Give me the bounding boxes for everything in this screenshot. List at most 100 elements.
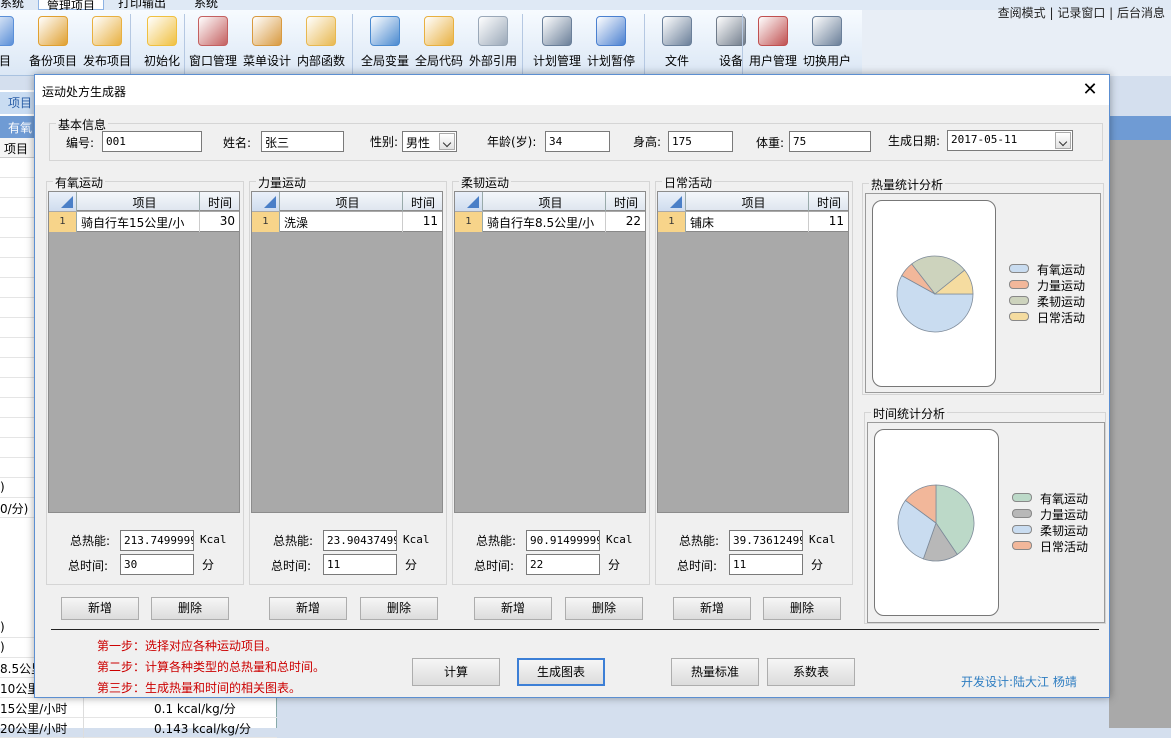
name-field[interactable]: 张三 <box>261 131 344 152</box>
column-header-time[interactable]: 时间 <box>606 194 646 211</box>
chevron-down-icon[interactable] <box>1055 132 1071 149</box>
divider-line <box>51 629 1099 630</box>
add-button[interactable]: 新增 <box>61 597 139 620</box>
select-all-corner[interactable] <box>49 192 77 211</box>
total-time-field[interactable]: 30 <box>120 554 194 575</box>
column-header-time[interactable]: 时间 <box>403 194 443 211</box>
tab-system[interactable]: 系统 <box>0 0 24 10</box>
add-button[interactable]: 新增 <box>474 597 552 620</box>
top-right-links[interactable]: 查阅模式 | 记录窗口 | 后台消息 <box>998 4 1165 21</box>
cell-time[interactable]: 11 <box>404 214 438 228</box>
table-row[interactable]: 1 洗澡 11 <box>252 212 442 232</box>
ribbon-button-2[interactable]: 发布项目 <box>80 14 134 76</box>
calculate-button[interactable]: 计算 <box>412 658 500 686</box>
ribbon-button-12[interactable]: 文件 <box>650 14 704 76</box>
column-header-item[interactable]: 项目 <box>280 194 415 211</box>
legend-item: 柔韧运动 <box>1009 293 1099 309</box>
delete-button[interactable]: 删除 <box>763 597 841 620</box>
table-row[interactable]: 1 骑自行车15公里/小 30 <box>49 212 239 232</box>
time-chart-title: 时间统计分析 <box>871 405 948 422</box>
tab-system-2[interactable]: 系统 <box>194 0 218 10</box>
total-calorie-field[interactable]: 23.90437499 <box>323 530 397 551</box>
heat-standard-button[interactable]: 热量标准 <box>671 658 759 686</box>
column-header-item[interactable]: 项目 <box>483 194 618 211</box>
cell-time[interactable]: 30 <box>201 214 235 228</box>
list-item[interactable]: 20公里/小时 0.143 kcal/kg/分 <box>0 718 277 738</box>
delete-button[interactable]: 删除 <box>565 597 643 620</box>
id-label: 编号: <box>66 136 95 150</box>
exercise-grid[interactable]: 项目 时间 1 铺床 11 <box>657 191 849 513</box>
total-calorie-field[interactable]: 90.91499999 <box>526 530 600 551</box>
total-time-field[interactable]: 11 <box>323 554 397 575</box>
row-number: 1 <box>455 212 483 232</box>
add-button[interactable]: 新增 <box>673 597 751 620</box>
age-field[interactable]: 34 <box>545 131 610 152</box>
tab-print-output[interactable]: 打印输出 <box>118 0 166 10</box>
ribbon-button-5[interactable]: 菜单设计 <box>240 14 294 76</box>
table-row[interactable]: 1 骑自行车8.5公里/小 22 <box>455 212 645 232</box>
window-manage-icon <box>198 16 228 46</box>
total-calorie-field[interactable]: 39.73612499 <box>729 530 803 551</box>
total-calorie-label: 总热能: <box>273 534 314 548</box>
total-time-field[interactable]: 22 <box>526 554 600 575</box>
coefficient-table-button[interactable]: 系数表 <box>767 658 855 686</box>
chevron-down-icon[interactable] <box>439 133 455 150</box>
cell-item[interactable]: 骑自行车15公里/小 <box>81 214 197 231</box>
legend-label: 力量运动 <box>1040 508 1089 522</box>
table-row[interactable]: 1 铺床 11 <box>658 212 848 232</box>
dialog-titlebar[interactable]: 运动处方生成器 ✕ <box>35 75 1109 105</box>
step-1-text: 第一步：选择对应各种运动项目。 <box>97 639 278 653</box>
exercise-grid[interactable]: 项目 时间 1 骑自行车8.5公里/小 22 <box>454 191 646 513</box>
grid-header: 项目 时间 <box>252 192 442 211</box>
ribbon-button-label: 外部引用 <box>468 54 517 68</box>
weight-field[interactable]: 75 <box>789 131 871 152</box>
exercise-grid[interactable]: 项目 时间 1 骑自行车15公里/小 30 <box>48 191 240 513</box>
total-time-field[interactable]: 11 <box>729 554 803 575</box>
select-all-corner[interactable] <box>252 192 280 211</box>
ribbon-button-9[interactable]: 外部引用 <box>466 14 520 76</box>
weight-label: 体重: <box>756 136 785 150</box>
ribbon-button-8[interactable]: 全局代码 <box>412 14 466 76</box>
ribbon-button-1[interactable]: 备份项目 <box>26 14 80 76</box>
cell-item[interactable]: 铺床 <box>690 214 806 231</box>
ribbon-button-4[interactable]: 窗口管理 <box>186 14 240 76</box>
height-field[interactable]: 175 <box>668 131 733 152</box>
date-label: 生成日期: <box>888 134 941 148</box>
select-all-corner[interactable] <box>455 192 483 211</box>
time-chart-canvas <box>874 429 999 616</box>
id-field[interactable]: 001 <box>102 131 202 152</box>
total-calorie-field[interactable]: 213.7499999 <box>120 530 194 551</box>
time-unit: 分 <box>202 558 215 572</box>
list-item[interactable]: 15公里/小时 0.1 kcal/kg/分 <box>0 698 277 718</box>
column-header-time[interactable]: 时间 <box>809 194 849 211</box>
select-all-corner[interactable] <box>658 192 686 211</box>
legend-item: 力量运动 <box>1012 506 1102 522</box>
date-picker[interactable]: 2017-05-11 <box>947 130 1073 151</box>
ribbon-button-10[interactable]: 计划管理 <box>530 14 584 76</box>
cell-time[interactable]: 22 <box>607 214 641 228</box>
left-group-label: 有氧 <box>8 121 33 135</box>
ribbon-button-6[interactable]: 内部函数 <box>294 14 348 76</box>
exercise-grid[interactable]: 项目 时间 1 洗澡 11 <box>251 191 443 513</box>
cell-item[interactable]: 骑自行车8.5公里/小 <box>487 214 603 231</box>
generate-chart-button[interactable]: 生成图表 <box>517 658 605 686</box>
ribbon-button-7[interactable]: 全局变量 <box>358 14 412 76</box>
column-header-item[interactable]: 项目 <box>686 194 821 211</box>
cell-item[interactable]: 洗澡 <box>284 214 400 231</box>
column-header-item[interactable]: 项目 <box>77 194 212 211</box>
sex-select[interactable]: 男性 <box>402 131 457 152</box>
calorie-unit: Kcal <box>606 533 633 546</box>
total-time-label: 总时间: <box>68 559 109 573</box>
ribbon-button-11[interactable]: 计划暂停 <box>584 14 638 76</box>
cell-time[interactable]: 11 <box>810 214 844 228</box>
delete-button[interactable]: 删除 <box>151 597 229 620</box>
close-icon[interactable]: ✕ <box>1079 79 1101 101</box>
ribbon-button-14[interactable]: 用户管理 <box>746 14 800 76</box>
ribbon-button-15[interactable]: 切换用户 <box>800 14 854 76</box>
total-time-label: 总时间: <box>271 559 312 573</box>
tab-manage-project[interactable]: 管理项目 <box>38 0 105 10</box>
add-button[interactable]: 新增 <box>269 597 347 620</box>
name-label: 姓名: <box>223 136 252 150</box>
column-header-time[interactable]: 时间 <box>200 194 240 211</box>
delete-button[interactable]: 删除 <box>360 597 438 620</box>
